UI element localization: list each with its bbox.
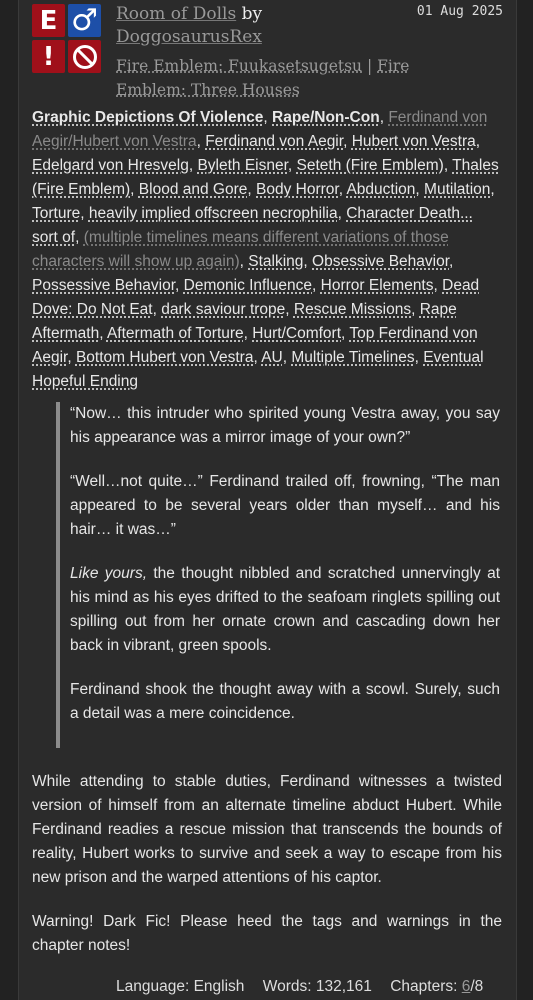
freeform-tag[interactable]: Body Horror: [256, 181, 339, 198]
warning-tag[interactable]: Graphic Depictions Of Violence: [32, 109, 263, 126]
required-tags: E ♂ !: [32, 3, 102, 74]
fandom-link[interactable]: Fire Emblem: Fuukasetsugetsu: [116, 57, 362, 75]
author-link[interactable]: DoggosaurusRex: [116, 27, 262, 47]
quote-paragraph: “Well…not quite…” Ferdinand trailed off,…: [70, 473, 500, 538]
chapters-total: /8: [470, 978, 484, 995]
explicit-rating-icon[interactable]: E: [32, 4, 65, 37]
fandom-list: Fire Emblem: Fuukasetsugetsu | Fire Embl…: [116, 54, 416, 102]
quote-italic: Like yours,: [70, 565, 147, 582]
freeform-tag[interactable]: Bottom Hubert von Vestra: [76, 349, 253, 366]
freeform-tag[interactable]: dark saviour trope: [161, 301, 285, 318]
summary-blockquote: “Now… this intruder who spirited young V…: [56, 402, 500, 748]
male-male-category-icon[interactable]: ♂: [68, 3, 101, 38]
freeform-tag[interactable]: Blood and Gore: [139, 181, 248, 198]
tag-list: Graphic Depictions Of Violence, Rape/Non…: [32, 109, 499, 390]
freeform-tag[interactable]: Multiple Timelines: [291, 349, 414, 366]
words-label: Words:: [262, 978, 312, 995]
character-tag[interactable]: Byleth Eisner: [197, 157, 287, 174]
freeform-tag[interactable]: Mutilation: [424, 181, 490, 198]
quote-paragraph: “Now… this intruder who spirited young V…: [70, 405, 500, 446]
work-in-progress-icon[interactable]: [68, 40, 101, 73]
freeform-tag[interactable]: Stalking: [248, 253, 303, 270]
work-stats: Language: English Words: 132,161 Chapter…: [116, 978, 483, 996]
freeform-tag[interactable]: Demonic Influence: [184, 277, 312, 294]
freeform-tag[interactable]: Possessive Behavior: [32, 277, 175, 294]
freeform-tag[interactable]: Abduction: [346, 181, 415, 198]
work-title-link[interactable]: Room of Dolls: [116, 4, 236, 24]
work-summary: While attending to stable duties, Ferdin…: [32, 770, 502, 978]
fandom-separator: |: [362, 57, 378, 75]
character-tag[interactable]: Seteth (Fire Emblem): [297, 157, 444, 174]
language-label: Language:: [116, 978, 190, 995]
words-value: 132,161: [315, 978, 372, 995]
character-tag[interactable]: Ferdinand von Aegir: [205, 133, 343, 150]
freeform-tag[interactable]: AU: [261, 349, 283, 366]
language-value: English: [193, 978, 245, 995]
work-heading: Room of Dolls by DoggosaurusRex Fire Emb…: [116, 3, 416, 102]
character-tag[interactable]: Edelgard von Hresvelg: [32, 157, 189, 174]
by-label: by: [241, 4, 263, 24]
chapters-label: Chapters:: [390, 978, 458, 995]
published-date: 01 Aug 2025: [416, 4, 503, 19]
summary-paragraph: Warning! Dark Fic! Please heed the tags …: [32, 913, 502, 954]
character-tag[interactable]: Hubert von Vestra: [352, 133, 476, 150]
freeform-tag[interactable]: Rescue Missions: [294, 301, 411, 318]
freeform-tag[interactable]: Horror Elements: [321, 277, 434, 294]
freeform-tag[interactable]: heavily implied offscreen necrophilia: [89, 205, 338, 222]
quote-paragraph: Like yours, the thought nibbled and scra…: [60, 562, 500, 658]
freeform-tag[interactable]: Obsessive Behavior: [312, 253, 449, 270]
freeform-tag[interactable]: Aftermath of Torture: [107, 325, 244, 342]
warning-tag[interactable]: Rape/Non-Con: [272, 109, 380, 126]
freeform-tag[interactable]: Hurt/Comfort: [252, 325, 341, 342]
summary-paragraph: While attending to stable duties, Ferdin…: [32, 773, 502, 886]
freeform-tag[interactable]: Torture: [32, 205, 80, 222]
archive-warnings-icon[interactable]: !: [32, 40, 65, 73]
quote-paragraph: Ferdinand shook the thought away with a …: [70, 681, 500, 722]
